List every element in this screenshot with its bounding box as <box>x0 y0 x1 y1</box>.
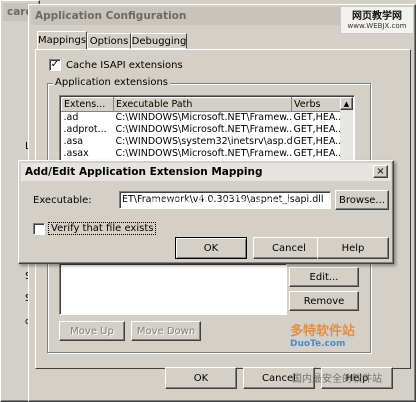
column-header-executable-path[interactable]: Executable Path <box>113 97 292 112</box>
edit-button[interactable]: Edit... <box>289 267 359 287</box>
column-header-extension[interactable]: Extens... <box>61 97 114 112</box>
vertical-scrollbar[interactable]: ▲ <box>340 97 353 163</box>
column-header-verbs[interactable]: Verbs <box>291 97 342 112</box>
row-extension: .ad <box>63 112 79 124</box>
table-row[interactable]: .ad C:\WINDOWS\Microsoft.NET\Framew... G… <box>62 112 342 124</box>
extensions-list-lower <box>59 263 287 315</box>
row-executable-path: C:\WINDOWS\Microsoft.NET\Framew... <box>115 112 292 124</box>
cache-isapi-label: Cache ISAPI extensions <box>66 60 183 71</box>
row-verbs: GET,HEA... <box>293 124 342 135</box>
app-config-title: Application Configuration <box>35 10 187 22</box>
row-executable-path: C:\WINDOWS\system32\inetsrv\asp.dll <box>115 136 292 147</box>
close-button[interactable]: × <box>373 165 388 178</box>
close-icon: × <box>376 165 385 177</box>
extensions-list[interactable]: Extens... Executable Path Verbs .ad C:\W… <box>59 95 355 165</box>
mapping-ok-button[interactable]: OK <box>175 237 247 259</box>
mapping-dialog-titlebar: Add/Edit Application Extension Mapping <box>21 163 391 181</box>
row-verbs: GET,HEA... <box>293 136 342 147</box>
row-extension: .asax <box>63 148 89 159</box>
duote-logo-watermark: 多特软件站 DuoTe.com <box>290 324 356 349</box>
table-row[interactable]: .asax C:\WINDOWS\Microsoft.NET\Framew...… <box>62 148 342 160</box>
cache-isapi-checkbox[interactable]: ✓ <box>49 59 61 71</box>
table-row[interactable]: .asa C:\WINDOWS\system32\inetsrv\asp.dll… <box>62 136 342 148</box>
table-row[interactable]: .adprot... C:\WINDOWS\Microsoft.NET\Fram… <box>62 124 342 136</box>
app-config-ok-button[interactable]: OK <box>165 367 237 389</box>
center-watermark: www.DuoTe.com <box>150 194 293 210</box>
move-down-button[interactable]: Move Down <box>131 321 201 341</box>
executable-label: Executable: <box>33 195 92 206</box>
mapping-dialog-title: Add/Edit Application Extension Mapping <box>25 166 263 178</box>
tab-debugging[interactable]: Debugging <box>131 33 187 49</box>
row-verbs: GET,HEA... <box>293 148 342 159</box>
browse-button[interactable]: Browse... <box>335 190 389 210</box>
application-extensions-label: Application extensions <box>53 77 171 88</box>
row-executable-path: C:\WINDOWS\Microsoft.NET\Framew... <box>115 148 292 159</box>
verify-file-exists-checkbox[interactable] <box>33 223 45 235</box>
table-header-row: Extens... Executable Path Verbs <box>61 97 342 112</box>
mapping-help-button[interactable]: Help <box>317 237 389 259</box>
row-extension: .asa <box>63 136 84 147</box>
remove-button[interactable]: Remove <box>289 291 359 311</box>
verify-file-exists-label: Verify that file exists <box>48 222 157 235</box>
bottom-right-watermark: 国内最安全的软件站 <box>292 374 382 385</box>
top-right-watermark: 网页教学网 www.WEBJX.com <box>340 6 414 34</box>
arrow-up-icon: ▲ <box>343 99 350 108</box>
row-extension: .adprot... <box>63 124 107 135</box>
add-edit-mapping-dialog: Add/Edit Application Extension Mapping ×… <box>18 160 394 264</box>
tab-mappings[interactable]: Mappings <box>37 31 87 49</box>
row-executable-path: C:\WINDOWS\Microsoft.NET\Framew... <box>115 124 292 135</box>
move-up-button[interactable]: Move Up <box>59 321 125 341</box>
tab-options[interactable]: Options <box>87 33 131 49</box>
extensions-table: Extens... Executable Path Verbs .ad C:\W… <box>61 97 342 160</box>
checkmark-icon: ✓ <box>50 59 60 70</box>
row-verbs: GET,HEA... <box>293 112 342 124</box>
mapping-cancel-button[interactable]: Cancel <box>253 237 325 259</box>
scroll-up-button[interactable]: ▲ <box>340 97 353 110</box>
